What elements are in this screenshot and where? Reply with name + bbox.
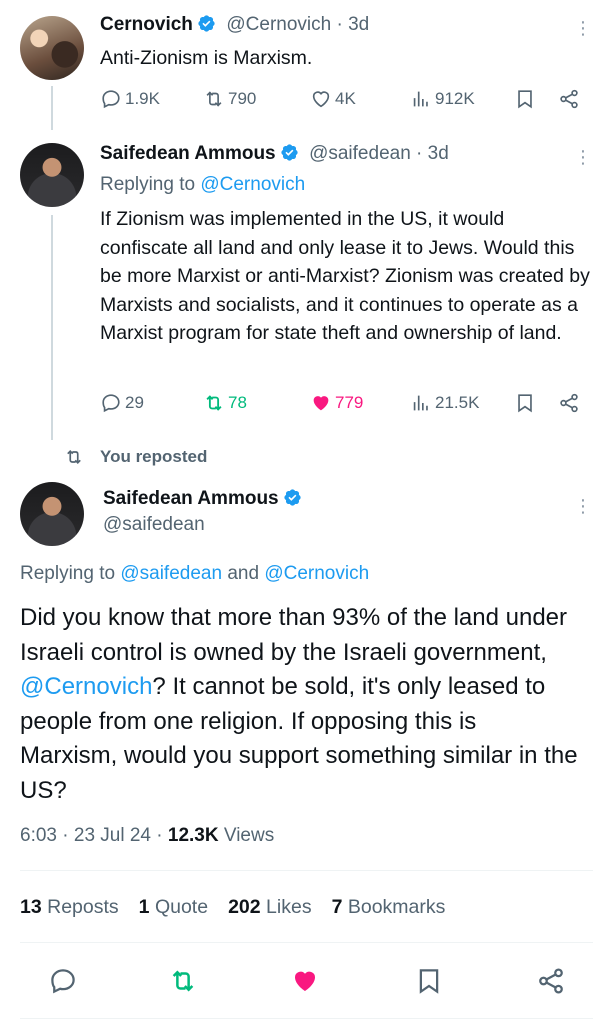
bookmark-icon [518,394,532,413]
bookmark-button[interactable] [414,966,444,1001]
views-count: 912K [435,89,475,108]
reposts-stat[interactable]: 13 Reposts [20,896,119,919]
like-button[interactable]: 779 [310,392,363,414]
mention-link[interactable]: @Cernovich [20,673,152,700]
mention-link[interactable]: @Cernovich [200,174,305,195]
divider [20,942,593,943]
bookmarks-stat[interactable]: 7 Bookmarks [332,896,446,919]
like-button[interactable]: 4K [310,88,356,110]
bookmark-button[interactable] [514,88,539,110]
verified-icon [281,144,298,161]
verified-icon [284,489,301,506]
repost-icon [206,395,222,411]
share-button[interactable] [536,966,566,1001]
tweet-header: Saifedean Ammous [103,488,302,510]
thread-connector [51,215,53,440]
like-icon [313,396,329,411]
reply-count: 1.9K [125,89,160,108]
tweet-text: If Zionism was implemented in the US, it… [100,208,590,344]
bookmark-icon [419,969,439,994]
views-count: 21.5K [435,393,480,412]
author-name[interactable]: Saifedean Ammous [103,488,279,509]
views-button[interactable]: 912K [410,88,475,110]
likes-stat[interactable]: 202 Likes [228,896,312,919]
reply-button[interactable] [48,966,78,1001]
repost-button[interactable] [168,966,198,1001]
views-button[interactable]: 21.5K [410,392,479,414]
author-handle[interactable]: @Cernovich [226,14,331,35]
replying-to: Replying to @saifedean and @Cernovich [20,563,370,584]
like-icon [312,91,330,108]
more-icon[interactable]: ⋮ [574,18,592,39]
like-count: 779 [335,393,364,412]
reply-count: 29 [125,393,144,412]
like-button[interactable] [290,966,320,1001]
tweet-header: Saifedean Ammous @saifedean · 3d [100,143,449,164]
replying-to: Replying to @Cernovich [100,174,306,195]
views-icon [413,395,428,411]
main-tweet-text: Did you know that more than 93% of the l… [20,604,578,804]
avatar[interactable] [20,482,84,546]
tweet-time[interactable]: 3d [348,14,369,35]
tweet-header: Cernovich @Cernovich · 3d [100,14,370,35]
tweet-timestamp[interactable]: 6:03 · 23 Jul 24 · 12.3K Views [20,825,274,847]
more-icon[interactable]: ⋮ [574,147,592,168]
views-label: Views [223,825,275,846]
reply-button[interactable]: 1.9K [100,88,160,110]
share-icon [560,89,578,109]
share-button[interactable] [558,392,583,414]
thread-connector [51,86,53,130]
bookmark-icon [518,90,532,109]
reply-icon [51,969,75,994]
like-count: 4K [335,89,356,108]
repost-banner: You reposted [64,447,207,467]
share-button[interactable] [558,88,583,110]
repost-icon [67,449,81,465]
share-icon [560,393,578,413]
author-handle[interactable]: @saifedean [309,143,411,164]
author-name[interactable]: Cernovich [100,14,193,35]
tweet-text: Anti-Zionism is Marxism. [100,47,313,69]
author-name[interactable]: Saifedean Ammous [100,143,276,164]
repost-icon [172,970,194,992]
reply-icon [102,90,120,109]
engagement-stats: 13 Reposts 1 Quote 202 Likes 7 Bookmarks [20,896,445,919]
repost-count: 78 [228,393,247,412]
mention-link[interactable]: @Cernovich [264,563,369,584]
repost-count: 790 [228,89,257,108]
avatar[interactable] [20,143,84,207]
bookmark-button[interactable] [514,392,539,414]
reply-button[interactable]: 29 [100,392,144,414]
avatar[interactable] [20,16,84,80]
author-handle[interactable]: @saifedean [103,514,205,536]
verified-icon [198,15,215,32]
more-icon[interactable]: ⋮ [574,496,592,517]
divider [20,870,593,871]
views-count: 12.3K [167,825,219,846]
repost-button[interactable]: 790 [203,88,256,110]
repost-banner-label: You reposted [100,447,208,466]
tweet-time[interactable]: 3d [428,143,449,164]
repost-button[interactable]: 78 [203,392,247,414]
reply-icon [102,394,120,413]
divider [20,1018,593,1019]
quotes-stat[interactable]: 1 Quote [139,896,208,919]
mention-link[interactable]: @saifedean [120,563,222,584]
views-icon [413,91,428,107]
share-icon [539,968,563,994]
like-icon [295,971,315,991]
repost-icon [206,91,222,107]
